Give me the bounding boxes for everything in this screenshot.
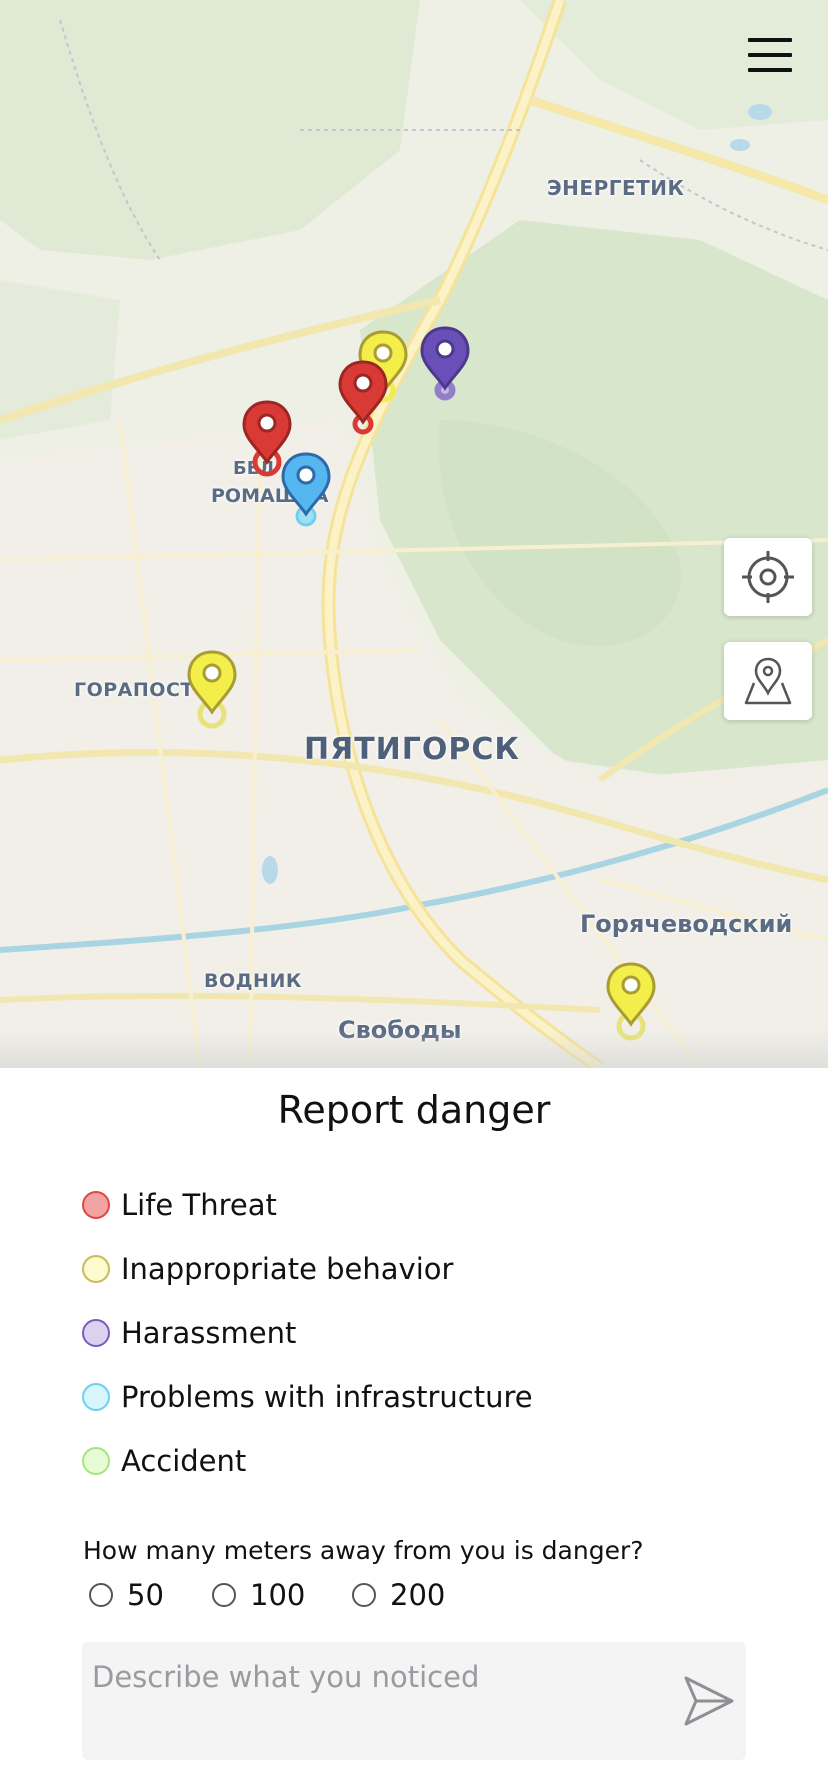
category-accident[interactable]: Accident	[82, 1441, 246, 1481]
category-harassment[interactable]: Harassment	[82, 1313, 296, 1353]
map-marker-infrastructure[interactable]	[278, 450, 334, 536]
map-label-pyatigorsk: ПЯТИГОРСК	[304, 732, 520, 767]
radio-label: 50	[127, 1578, 164, 1612]
distance-radio-100[interactable]: 100	[212, 1578, 305, 1612]
distance-question: How many meters away from you is danger?	[83, 1536, 644, 1565]
category-label: Accident	[121, 1444, 247, 1478]
category-label: Life Threat	[121, 1188, 277, 1222]
send-button[interactable]	[682, 1672, 736, 1730]
hamburger-menu-icon	[748, 38, 792, 42]
category-inappropriate-behavior[interactable]: Inappropriate behavior	[82, 1249, 453, 1289]
map-background	[0, 0, 828, 1068]
radio-circle	[212, 1583, 236, 1607]
category-color-dot	[82, 1255, 110, 1283]
map-label-energetik: ЭНЕРГЕТИК	[547, 176, 685, 200]
category-color-dot	[82, 1319, 110, 1347]
category-label: Inappropriate behavior	[121, 1252, 454, 1286]
category-color-dot	[82, 1447, 110, 1475]
map-marker-inappropriate-behavior[interactable]	[184, 648, 240, 734]
report-panel: Report danger Life Threat Inappropriate …	[0, 1068, 828, 1792]
panel-title: Report danger	[277, 1088, 551, 1132]
add-report-location-button[interactable]	[724, 642, 812, 720]
map-view[interactable]: ЭНЕРГЕТИК ГОРАПОСТ ПЯТИГОРСК Горячеводск…	[0, 0, 828, 1068]
radio-circle	[89, 1583, 113, 1607]
map-pin-icon	[187, 650, 237, 729]
category-life-threat[interactable]: Life Threat	[82, 1185, 277, 1225]
map-pin-icon	[420, 326, 470, 401]
category-label: Harassment	[121, 1316, 297, 1350]
category-infrastructure[interactable]: Problems with infrastructure	[82, 1377, 533, 1417]
description-input[interactable]: Describe what you noticed	[82, 1642, 746, 1760]
map-pin-icon	[744, 657, 792, 705]
crosshair-target-icon	[742, 551, 794, 603]
map-pin-icon	[281, 452, 331, 527]
send-arrow-icon	[684, 1676, 734, 1726]
map-marker-harassment[interactable]	[417, 324, 473, 410]
category-color-dot	[82, 1191, 110, 1219]
radio-circle	[352, 1583, 376, 1607]
category-label: Problems with infrastructure	[121, 1380, 533, 1414]
locate-me-button[interactable]	[724, 538, 812, 616]
map-pin-icon	[338, 360, 388, 435]
radio-label: 200	[390, 1578, 446, 1612]
menu-button[interactable]	[744, 36, 796, 76]
map-label-vodnik: ВОДНИК	[204, 970, 302, 992]
distance-radio-200[interactable]: 200	[352, 1578, 445, 1612]
distance-radio-50[interactable]: 50	[89, 1578, 164, 1612]
app-screen: ЭНЕРГЕТИК ГОРАПОСТ ПЯТИГОРСК Горячеводск…	[0, 0, 828, 1792]
radio-label: 100	[250, 1578, 306, 1612]
hamburger-menu-icon	[748, 68, 792, 72]
map-label-gorapost: ГОРАПОСТ	[74, 679, 194, 701]
description-placeholder: Describe what you noticed	[92, 1660, 480, 1694]
category-color-dot	[82, 1383, 110, 1411]
hamburger-menu-icon	[748, 53, 792, 57]
map-edge-shadow	[0, 1030, 828, 1068]
map-label-goryachevodsky: Горячеводский	[580, 910, 793, 938]
map-marker-life-threat[interactable]	[335, 358, 391, 444]
